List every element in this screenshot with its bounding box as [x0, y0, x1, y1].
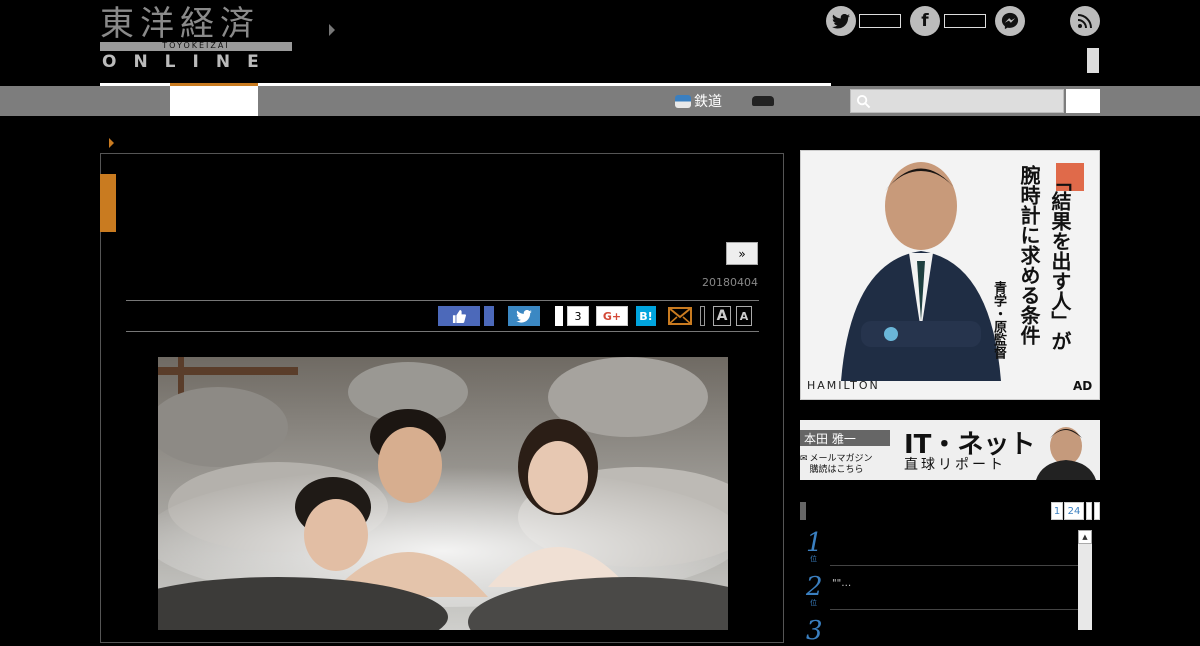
nav-item-railway[interactable]: 鉄道	[675, 86, 722, 116]
rank-unit: 位	[810, 599, 817, 607]
share-divider-top	[126, 300, 759, 301]
facebook-share-button[interactable]	[484, 306, 494, 326]
ranking-scrollbar[interactable]	[1078, 530, 1092, 630]
font-small-button[interactable]: A	[736, 306, 752, 326]
article-hero-image	[158, 357, 728, 630]
mail-icon: ✉	[800, 454, 808, 464]
search-button[interactable]	[1066, 89, 1100, 113]
article-date: 20180404	[702, 276, 758, 289]
breadcrumb-arrow-icon	[109, 138, 114, 148]
header-expand-arrow-icon[interactable]	[329, 24, 335, 36]
ranking-tab-1h[interactable]: 1	[1051, 502, 1063, 520]
search-icon	[856, 94, 871, 109]
facebook-icon[interactable]: f	[910, 6, 940, 36]
ranking-divider	[830, 565, 1078, 566]
twitter-share-button[interactable]	[508, 306, 540, 326]
ad-brand: HAMILTON	[807, 379, 880, 392]
nav-tab-active[interactable]	[170, 86, 258, 116]
share-divider-bottom	[126, 331, 759, 332]
share-count: 3	[567, 306, 589, 326]
ranking-divider	[830, 609, 1078, 610]
twitter-icon[interactable]	[826, 6, 856, 36]
sidebar-banner-newsletter[interactable]: 本田 雅一 ✉ メールマガジン 購読はこちら IT・ネット 直球リポート	[800, 420, 1100, 480]
mail-share-icon[interactable]	[668, 306, 692, 326]
facebook-like-button[interactable]	[438, 306, 480, 326]
ranking-tab-extra[interactable]	[1094, 502, 1100, 520]
site-logo[interactable]: 東洋経済 TOYOKEIZAI ONLINE	[100, 6, 295, 72]
banner-mail-cta: ✉ メールマガジン 購読はこちら	[800, 454, 873, 475]
banner-author: 本田 雅一	[800, 430, 890, 446]
rank-number: 3	[806, 616, 823, 646]
ad-headline-1: 「結果を出す人」が	[1048, 171, 1072, 351]
google-plus-button[interactable]: G+	[596, 306, 628, 326]
ad-headline-2: 腕時計に求める条件	[1017, 165, 1041, 345]
logo-kanji: 東洋経済	[100, 4, 260, 44]
thumbs-up-icon	[452, 309, 466, 323]
rank-title: ""…	[832, 578, 852, 589]
next-page-button[interactable]: »	[726, 242, 758, 265]
ranking-item[interactable]: 3	[806, 616, 1078, 646]
hatena-bookmark-button[interactable]: B!	[636, 306, 656, 326]
ad-byline: 青学・原監督	[991, 281, 1006, 359]
facebook-like-count	[944, 14, 986, 28]
header-login-button[interactable]	[1087, 48, 1099, 73]
ranking-tab-24h[interactable]: 24	[1064, 502, 1084, 520]
share-count-box	[555, 306, 563, 326]
nav-item-car[interactable]	[752, 86, 777, 116]
ranking-list: 1 位 2 位 ""… 3	[806, 528, 1094, 646]
scroll-up-arrow-icon[interactable]: ▲	[1078, 530, 1092, 544]
banner-author-photo	[1036, 427, 1096, 480]
ad-label: AD	[1073, 379, 1093, 393]
banner-subtitle: 直球リポート	[904, 457, 1006, 473]
car-icon	[752, 96, 774, 106]
nav-item-label: 鉄道	[694, 94, 722, 110]
ranking-item[interactable]: 1 位	[806, 528, 1078, 566]
twitter-icon	[516, 309, 532, 323]
twitter-follow-count	[859, 14, 901, 28]
rss-icon[interactable]	[1070, 6, 1100, 36]
title-accent-bar	[100, 174, 116, 232]
search-input[interactable]	[850, 89, 1064, 113]
ranking-tab-more[interactable]	[1086, 502, 1092, 520]
rank-unit: 位	[810, 555, 817, 563]
ranking-header-mark	[800, 502, 806, 520]
train-icon	[675, 94, 691, 108]
print-button[interactable]	[700, 306, 705, 326]
font-large-button[interactable]: A	[713, 306, 731, 326]
sidebar-ad-hamilton[interactable]: 「結果を出す人」が 腕時計に求める条件 青学・原監督 HAMILTON AD	[800, 150, 1100, 400]
ranking-item[interactable]: 2 位 ""…	[806, 572, 1078, 610]
logo-online: ONLINE	[102, 52, 276, 72]
logo-subtitle: TOYOKEIZAI	[162, 41, 230, 50]
messenger-icon[interactable]	[995, 6, 1025, 36]
